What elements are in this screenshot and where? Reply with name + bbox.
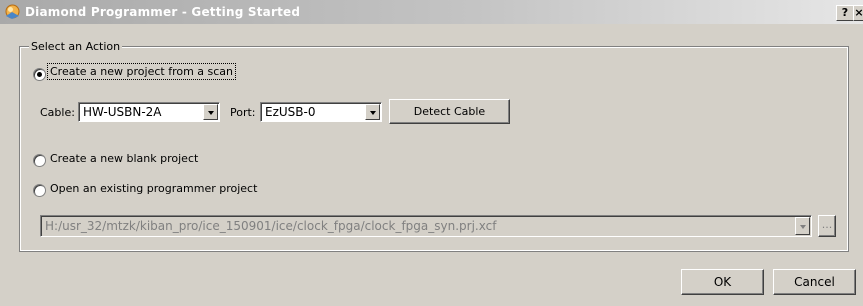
chevron-down-icon	[800, 225, 806, 229]
port-label: Port:	[230, 106, 256, 119]
scan-option-label[interactable]: Create a new project from a scan	[47, 63, 237, 80]
chevron-down-icon	[208, 111, 214, 115]
scan-radio[interactable]	[33, 68, 46, 81]
project-path-select[interactable]: H:/usr_32/mtzk/kiban_pro/ice_150901/ice/…	[40, 215, 812, 237]
title-bar[interactable]: Diamond Programmer - Getting Started ? ×	[0, 0, 863, 24]
open-option-label[interactable]: Open an existing programmer project	[50, 182, 257, 195]
path-dropdown-arrow[interactable]	[795, 217, 810, 235]
diamond-app-icon	[5, 4, 20, 19]
cancel-button[interactable]: Cancel	[773, 269, 856, 295]
cable-select[interactable]: HW-USBN-2A	[78, 102, 220, 122]
port-value: EzUSB-0	[265, 105, 316, 119]
port-select[interactable]: EzUSB-0	[260, 102, 382, 122]
ok-button[interactable]: OK	[681, 269, 764, 295]
project-path-value: H:/usr_32/mtzk/kiban_pro/ice_150901/ice/…	[45, 219, 497, 233]
browse-button[interactable]: ...	[818, 215, 836, 237]
port-dropdown-arrow[interactable]	[365, 104, 380, 120]
group-legend: Select an Action	[29, 40, 123, 53]
detect-cable-button[interactable]: Detect Cable	[389, 99, 510, 124]
dialog-window: Diamond Programmer - Getting Started ? ×…	[0, 0, 863, 306]
window-title: Diamond Programmer - Getting Started	[25, 5, 301, 19]
scan-option-text: Create a new project from a scan	[47, 63, 237, 80]
cable-value: HW-USBN-2A	[83, 105, 162, 119]
open-radio[interactable]	[33, 184, 46, 197]
help-button[interactable]: ?	[836, 5, 854, 21]
blank-option-label[interactable]: Create a new blank project	[50, 152, 198, 165]
cable-label: Cable:	[40, 106, 75, 119]
chevron-down-icon	[370, 111, 376, 115]
cable-dropdown-arrow[interactable]	[203, 104, 218, 120]
blank-radio[interactable]	[33, 154, 46, 167]
close-button[interactable]: ×	[853, 5, 863, 21]
